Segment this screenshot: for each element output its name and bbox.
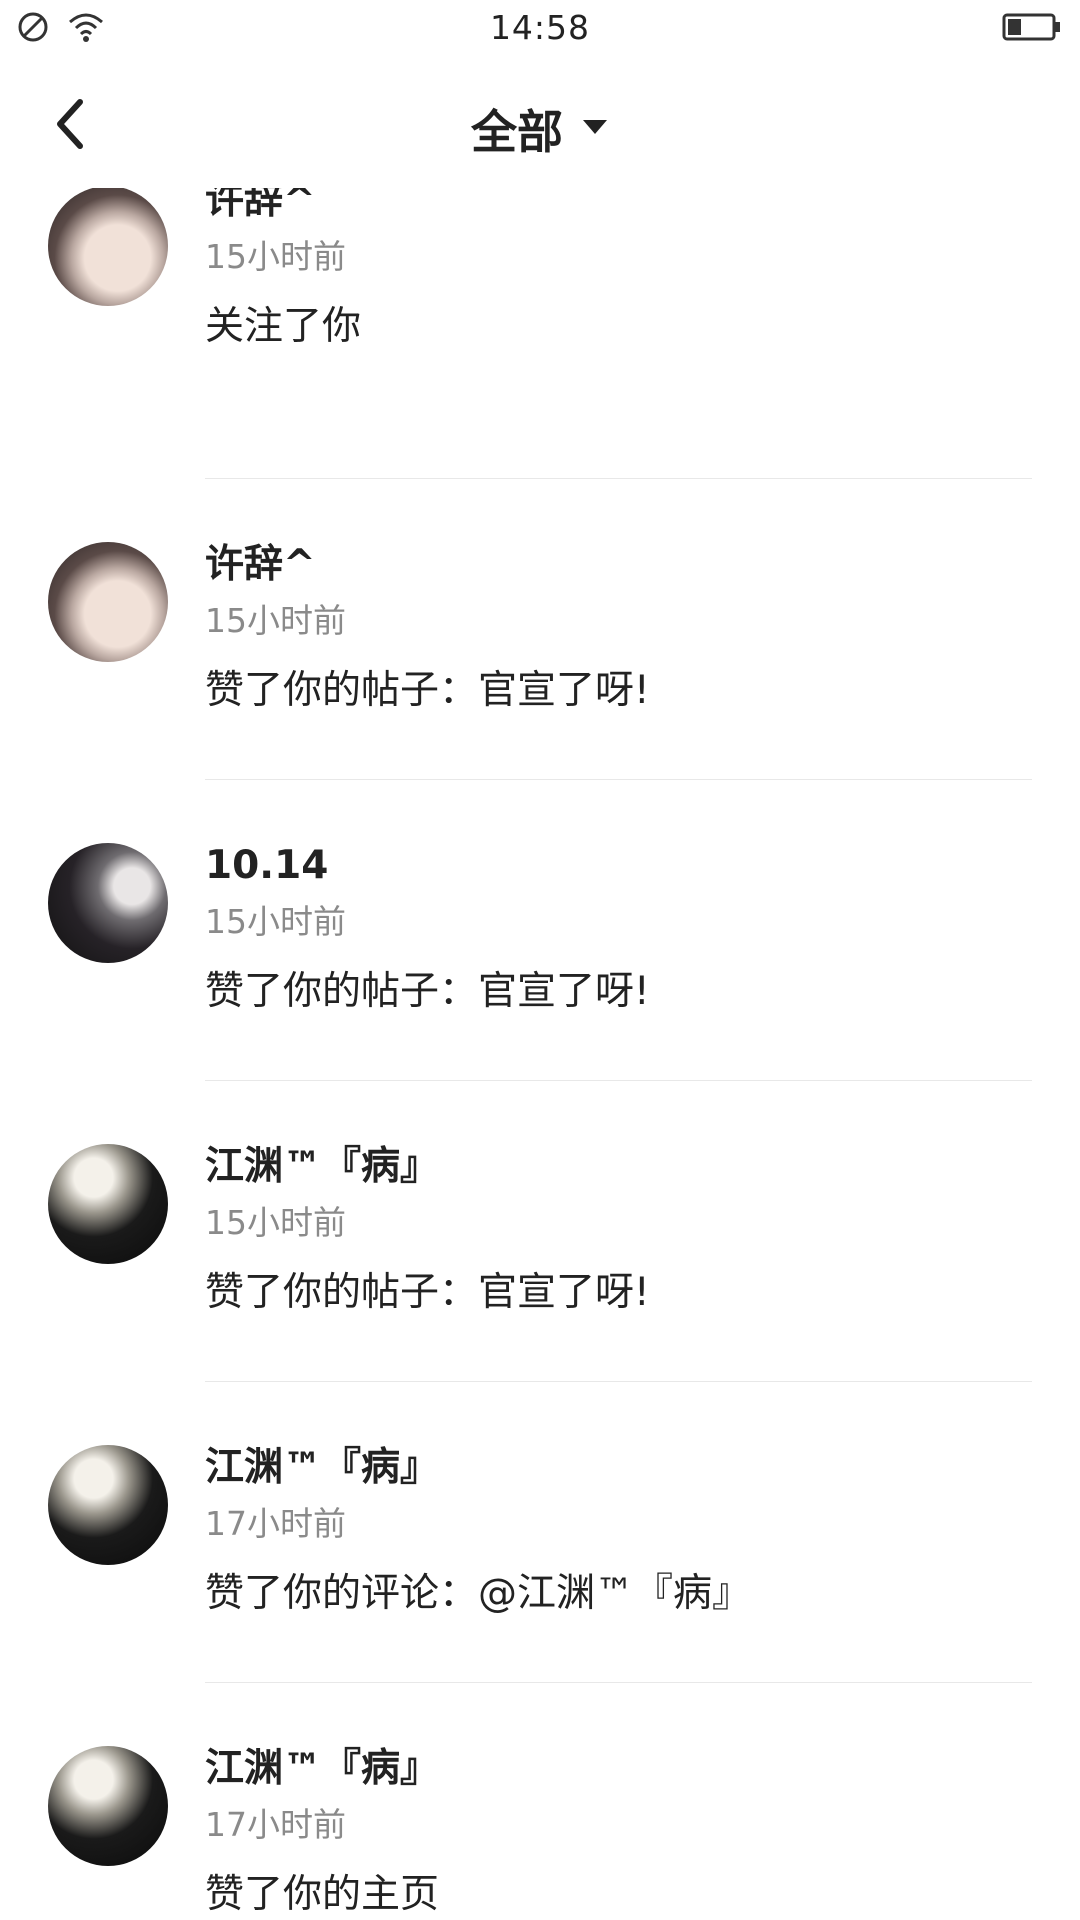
avatar[interactable] <box>48 1144 168 1264</box>
avatar[interactable] <box>48 188 168 306</box>
avatar[interactable] <box>48 1445 168 1565</box>
action-text: 赞了你的帖子：官宣了呀! <box>205 1270 650 1316</box>
user-name[interactable]: 江渊™『病』 <box>205 1445 1032 1492</box>
time-ago: 15小时前 <box>205 236 346 276</box>
user-name[interactable]: 江渊™『病』 <box>205 1144 1032 1191</box>
time-ago: 15小时前 <box>205 600 346 640</box>
avatar[interactable] <box>48 843 168 963</box>
user-name[interactable]: 10.14 <box>205 843 1032 890</box>
list-item[interactable]: 江渊™『病』 17小时前 赞了你的主页 <box>0 1683 1080 1920</box>
action-text: 赞了你的主页 <box>205 1872 440 1918</box>
action-text: 赞了你的帖子：官宣了呀! <box>205 969 650 1015</box>
nav-bar: 全部 <box>0 58 1080 188</box>
list-item[interactable]: 10.14 15小时前 赞了你的帖子：官宣了呀! <box>0 780 1080 1081</box>
time-ago: 17小时前 <box>205 1503 346 1543</box>
avatar[interactable] <box>48 542 168 662</box>
list-item[interactable]: 许辞^ 15小时前 关注了你 <box>0 188 1080 479</box>
time-ago: 15小时前 <box>205 901 346 941</box>
time-ago: 15小时前 <box>205 1202 346 1242</box>
action-text: 关注了你 <box>205 304 362 350</box>
status-time: 14:58 <box>489 8 591 47</box>
status-bar: 14:58 <box>0 0 1080 58</box>
page-title: 全部 <box>471 105 563 159</box>
action-text: 赞了你的帖子：官宣了呀! <box>205 668 650 714</box>
user-name[interactable]: 许辞^ <box>205 542 1032 589</box>
battery-icon <box>1002 12 1062 46</box>
user-name[interactable]: 许辞^ <box>205 188 1032 225</box>
notification-list[interactable]: 许辞^ 15小时前 关注了你 许辞^ 15小时前 赞了你的帖子：官宣了呀! 10… <box>0 188 1080 1920</box>
time-ago: 17小时前 <box>205 1804 346 1844</box>
list-item[interactable]: 许辞^ 15小时前 赞了你的帖子：官宣了呀! <box>0 479 1080 780</box>
user-name[interactable]: 江渊™『病』 <box>205 1746 1032 1793</box>
avatar[interactable] <box>48 1746 168 1866</box>
list-item[interactable]: 江渊™『病』 15小时前 赞了你的帖子：官宣了呀! <box>0 1081 1080 1382</box>
action-text: 赞了你的评论：@江渊™『病』 <box>205 1571 752 1617</box>
caret-down-icon <box>581 117 609 141</box>
list-item[interactable]: 江渊™『病』 17小时前 赞了你的评论：@江渊™『病』 <box>0 1382 1080 1683</box>
filter-dropdown[interactable]: 全部 <box>0 96 1080 162</box>
